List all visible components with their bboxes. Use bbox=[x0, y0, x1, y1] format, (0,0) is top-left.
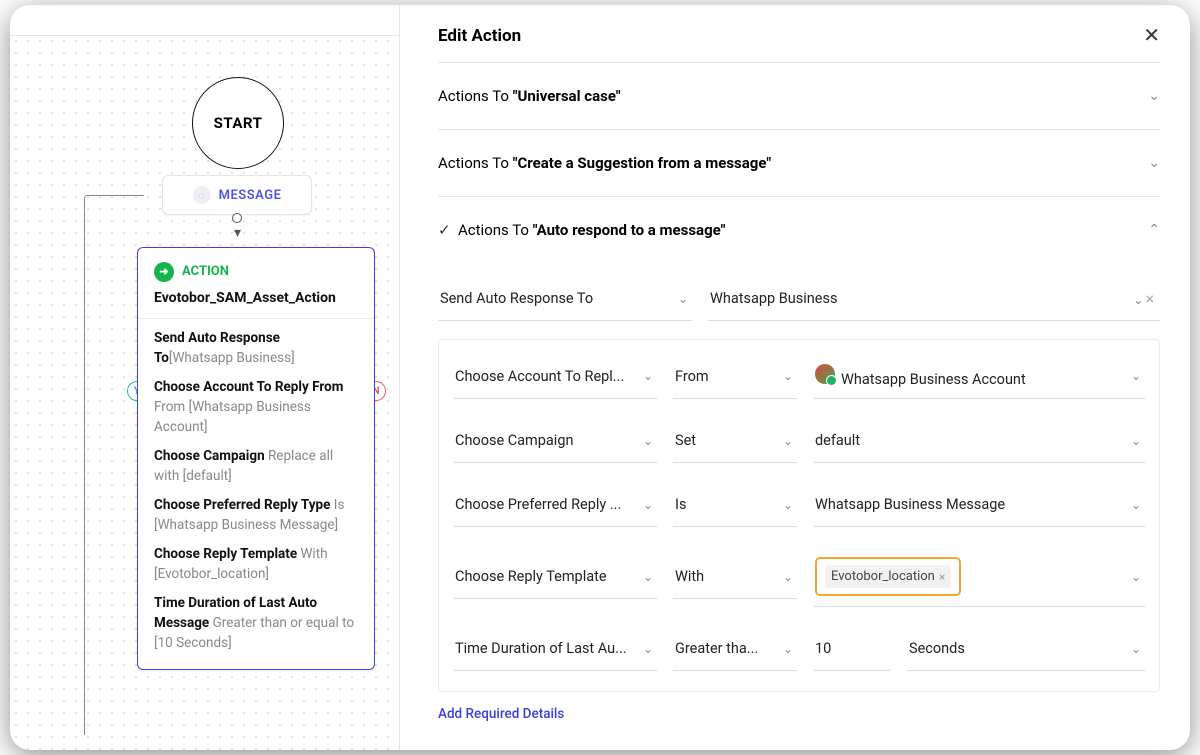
value-select[interactable]: Whatsapp Business Message⌄ bbox=[813, 483, 1145, 527]
action-prop: Choose Preferred Reply Type Is [Whatsapp… bbox=[154, 496, 358, 535]
node-port[interactable] bbox=[232, 213, 242, 223]
section-create-suggestion[interactable]: Actions To "Create a Suggestion from a m… bbox=[438, 129, 1160, 196]
config-row-account: Choose Account To Repl...⌄ From⌄ Whatsap… bbox=[453, 344, 1145, 409]
action-prop: Time Duration of Last Auto Message Great… bbox=[154, 594, 358, 653]
operator-select[interactable]: With⌄ bbox=[673, 555, 797, 599]
arrow-down-icon: ▾ bbox=[234, 225, 241, 241]
value-number-input[interactable]: 10 bbox=[813, 627, 891, 671]
chevron-down-icon: ⌄ bbox=[783, 642, 793, 656]
operator-select[interactable]: Is⌄ bbox=[673, 483, 797, 527]
chevron-down-icon: ⌄ bbox=[1148, 88, 1160, 104]
field-select[interactable]: Choose Reply Template⌄ bbox=[453, 555, 657, 599]
chevron-down-icon: ⌄ bbox=[643, 434, 653, 448]
action-prop: Choose Campaign Replace all with [defaul… bbox=[154, 447, 358, 486]
action-type-select[interactable]: Send Auto Response To ⌄ bbox=[438, 277, 692, 321]
config-row-duration: Time Duration of Last Au...⌄ Greater tha… bbox=[453, 617, 1145, 681]
chevron-down-icon: ⌄ bbox=[643, 498, 653, 512]
message-icon: ◌ bbox=[193, 186, 211, 204]
chevron-down-icon: ⌄ bbox=[783, 570, 793, 584]
account-avatar-icon bbox=[815, 364, 835, 384]
remove-icon[interactable]: × bbox=[1145, 289, 1154, 308]
value-select[interactable]: Whatsapp Business Account ⌄ bbox=[813, 354, 1145, 399]
template-chip[interactable]: Evotobor_location × bbox=[825, 565, 951, 588]
chevron-down-icon: ⌄ bbox=[1133, 293, 1143, 307]
check-icon: ✓ bbox=[438, 221, 452, 239]
chevron-down-icon: ⌄ bbox=[643, 642, 653, 656]
field-select[interactable]: Choose Preferred Reply ...⌄ bbox=[453, 483, 657, 527]
operator-select[interactable]: Set⌄ bbox=[673, 419, 797, 463]
config-block: Choose Account To Repl...⌄ From⌄ Whatsap… bbox=[438, 339, 1160, 692]
action-prop: Send Auto Response To[Whatsapp Business] bbox=[154, 329, 358, 368]
chevron-down-icon: ⌄ bbox=[783, 434, 793, 448]
close-icon: ✕ bbox=[1143, 25, 1160, 47]
chip-remove-icon[interactable]: × bbox=[939, 570, 945, 584]
chevron-down-icon: ⌄ bbox=[783, 369, 793, 383]
action-prop: Choose Account To Reply From From [Whats… bbox=[154, 378, 358, 437]
chevron-down-icon: ⌄ bbox=[678, 292, 688, 306]
chevron-down-icon: ⌄ bbox=[1131, 570, 1141, 584]
chevron-down-icon: ⌄ bbox=[1131, 434, 1141, 448]
chevron-down-icon: ⌄ bbox=[783, 498, 793, 512]
message-label: MESSAGE bbox=[219, 188, 282, 203]
flow-canvas[interactable]: START ◌ MESSAGE ▾ Y N ➜ ACTION Evotobor_… bbox=[10, 5, 400, 750]
value-unit-select[interactable]: Seconds⌄ bbox=[907, 627, 1145, 671]
chevron-down-icon: ⌄ bbox=[643, 570, 653, 584]
chevron-down-icon: ⌄ bbox=[1148, 155, 1160, 171]
config-row-campaign: Choose Campaign⌄ Set⌄ default⌄ bbox=[453, 409, 1145, 473]
chevron-down-icon: ⌄ bbox=[643, 369, 653, 383]
action-node[interactable]: ➜ ACTION Evotobor_SAM_Asset_Action Send … bbox=[137, 247, 375, 670]
action-title: Evotobor_SAM_Asset_Action bbox=[154, 288, 358, 308]
value-chip-input[interactable]: Evotobor_location × ⌄ bbox=[813, 547, 1145, 607]
chip-highlight: Evotobor_location × bbox=[815, 557, 961, 596]
app-window: START ◌ MESSAGE ▾ Y N ➜ ACTION Evotobor_… bbox=[10, 5, 1190, 750]
chevron-down-icon: ⌄ bbox=[1131, 369, 1141, 383]
action-type-label: ACTION bbox=[182, 263, 229, 282]
value-select[interactable]: default⌄ bbox=[813, 419, 1145, 463]
action-type-row: Send Auto Response To ⌄ Whatsapp Busines… bbox=[438, 267, 1160, 331]
operator-select[interactable]: Greater tha...⌄ bbox=[673, 627, 797, 671]
config-row-reply-type: Choose Preferred Reply ...⌄ Is⌄ Whatsapp… bbox=[453, 473, 1145, 537]
start-node[interactable]: START bbox=[192, 77, 284, 169]
action-header: ➜ ACTION bbox=[154, 262, 358, 282]
section-universal-case[interactable]: Actions To "Universal case" ⌄ bbox=[438, 62, 1160, 129]
start-label: START bbox=[214, 114, 263, 132]
edit-action-panel: Edit Action ✕ Actions To "Universal case… bbox=[400, 5, 1190, 750]
panel-title: Edit Action bbox=[438, 26, 521, 46]
action-prop: Choose Reply Template With [Evotobor_loc… bbox=[154, 545, 358, 584]
action-arrow-icon: ➜ bbox=[154, 262, 174, 282]
chevron-down-icon: ⌄ bbox=[1131, 642, 1141, 656]
action-target-select[interactable]: Whatsapp Business ⌄× bbox=[708, 277, 1160, 321]
message-node[interactable]: ◌ MESSAGE bbox=[162, 175, 312, 215]
panel-header: Edit Action ✕ bbox=[438, 23, 1160, 48]
field-select[interactable]: Time Duration of Last Au...⌄ bbox=[453, 627, 657, 671]
chevron-down-icon: ⌄ bbox=[1131, 498, 1141, 512]
field-select[interactable]: Choose Campaign⌄ bbox=[453, 419, 657, 463]
connector-line bbox=[84, 195, 144, 735]
section-auto-respond[interactable]: ✓Actions To "Auto respond to a message" … bbox=[438, 196, 1160, 263]
operator-select[interactable]: From⌄ bbox=[673, 355, 797, 399]
field-select[interactable]: Choose Account To Repl...⌄ bbox=[453, 355, 657, 399]
config-row-template: Choose Reply Template⌄ With⌄ Evotobor_lo… bbox=[453, 537, 1145, 617]
chevron-up-icon: ⌃ bbox=[1148, 222, 1160, 238]
close-button[interactable]: ✕ bbox=[1143, 23, 1160, 48]
add-required-details-link[interactable]: Add Required Details bbox=[438, 706, 564, 722]
